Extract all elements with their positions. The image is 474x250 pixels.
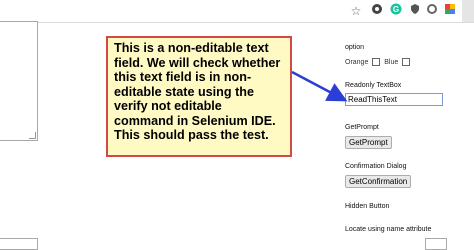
callout-arrow-icon [291, 70, 348, 102]
